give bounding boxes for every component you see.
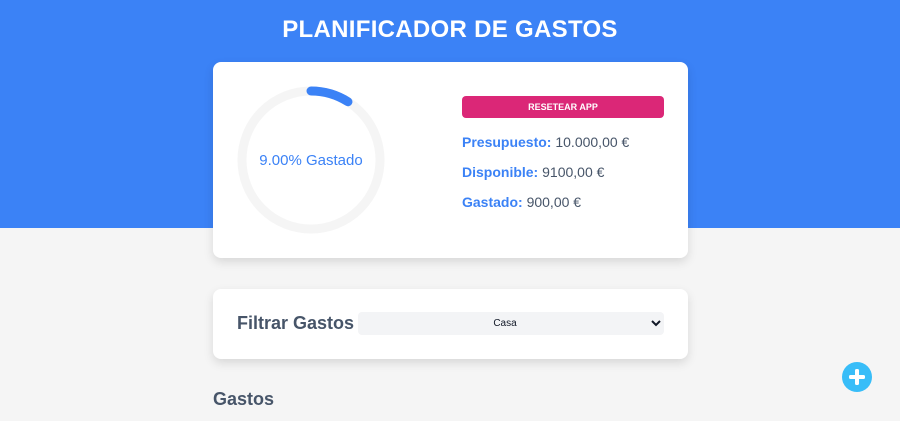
presupuesto-label: Presupuesto:: [462, 134, 552, 150]
disponible-stat: Disponible: 9100,00 €: [462, 164, 664, 180]
gastado-label: Gastado:: [462, 194, 523, 210]
reset-app-button[interactable]: Resetear App: [462, 96, 664, 118]
presupuesto-value: 10.000,00 €: [555, 134, 630, 150]
filter-label: Filtrar Gastos: [237, 313, 355, 333]
gastado-value: 900,00 €: [526, 194, 582, 210]
progress-label: 9.00% Gastado: [259, 151, 363, 169]
presupuesto-stat: Presupuesto: 10.000,00 €: [462, 134, 664, 150]
disponible-value: 9100,00 €: [542, 164, 605, 180]
category-filter-select[interactable]: Casa: [358, 312, 664, 335]
budget-card: 9.00% Gastado Resetear App Presupuesto: …: [213, 62, 688, 258]
budget-info: Resetear App Presupuesto: 10.000,00 € Di…: [462, 96, 664, 210]
disponible-label: Disponible:: [462, 164, 539, 180]
filter-card: Filtrar Gastos Casa: [213, 289, 688, 359]
plus-icon: [849, 369, 865, 385]
app-title: PLANIFICADOR DE GASTOS: [282, 16, 618, 43]
gastado-stat: Gastado: 900,00 €: [462, 194, 664, 210]
budget-progress-circle: 9.00% Gastado: [235, 84, 387, 236]
expenses-section-title: Gastos: [213, 389, 275, 409]
add-expense-button[interactable]: [842, 362, 872, 392]
